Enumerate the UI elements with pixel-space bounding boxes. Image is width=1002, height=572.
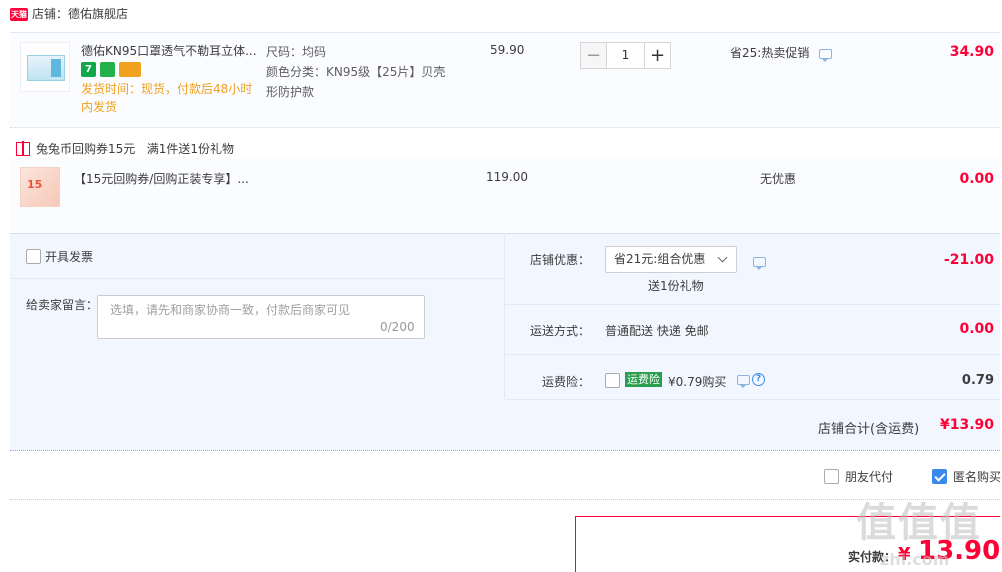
gift-icon [16, 140, 30, 156]
credit-card-icon [119, 62, 141, 77]
tmall-badge: 天猫 [10, 8, 28, 21]
message-placeholder: 选填，请先和商家协商一致，付款后商家可见 [110, 303, 351, 317]
guarantee-icon [100, 62, 115, 77]
quantity-input[interactable]: 1 [607, 42, 644, 69]
product-thumbnail[interactable] [20, 42, 70, 92]
gift-subtotal: 0.00 [959, 171, 994, 187]
gift-thumbnail[interactable]: 15 [20, 167, 60, 207]
friend-pay-checkbox[interactable] [824, 469, 839, 484]
seven-day-return-icon: 7 [81, 62, 96, 77]
invoice-checkbox[interactable] [26, 249, 41, 264]
invoice-label: 开具发票 [45, 250, 94, 264]
shipping-method: 普通配送 快递 免邮 [605, 324, 709, 338]
message-char-count: 0/200 [380, 320, 415, 334]
message-icon[interactable] [753, 256, 766, 270]
friend-pay-label: 朋友代付 [845, 470, 894, 484]
shipping-label: 运送方式： [530, 324, 591, 338]
anonymous-label: 匿名购买 [953, 470, 1002, 484]
gift-promo-text: 兔兔币回购券15元 满1件送1份礼物 [36, 142, 234, 156]
help-icon[interactable]: ? [752, 373, 765, 386]
anonymous-checkbox[interactable] [932, 469, 947, 484]
chevron-down-icon [717, 252, 728, 263]
gift-thumb-text: 15 [27, 178, 43, 191]
insurance-icons: ? [737, 373, 765, 388]
shipping-fee: 0.00 [959, 321, 994, 337]
attr-color: 颜色分类：KN95级【25片】贝壳形防护款 [266, 65, 446, 99]
unit-price: 59.90 [490, 43, 525, 57]
promo-text: 省25:热卖促销 [730, 44, 833, 62]
insurance-tag: 运费险 [625, 372, 662, 387]
promo-label: 省25:热卖促销 [730, 46, 810, 60]
message-label: 给卖家留言： [26, 298, 99, 312]
message-icon[interactable] [737, 374, 750, 388]
quantity-stepper: − 1 + [580, 42, 671, 69]
gift-promo-line: 兔兔币回购券15元 满1件送1份礼物 [16, 140, 234, 157]
divider [10, 278, 505, 279]
shop-total-value: ¥13.90 [939, 417, 994, 433]
insurance-price: ¥0.79购买 [668, 375, 727, 389]
shop-discount-select[interactable]: 省21元:组合优惠 [605, 246, 737, 273]
service-tags: 7 [81, 62, 145, 78]
attr-size: 尺码：均码 [266, 45, 327, 59]
ship-time-note: 发货时间：现货，付款后48小时内发货 [81, 82, 253, 114]
insurance-checkbox[interactable] [605, 373, 620, 388]
shop-name-link[interactable]: 店铺：德佑旗舰店 [32, 5, 128, 22]
friend-pay-option[interactable]: 朋友代付 [824, 468, 893, 485]
divider [505, 354, 1000, 355]
gift-promo: 无优惠 [760, 172, 797, 186]
product-title-link[interactable]: 德佑KN95口罩透气不勒耳立体... [81, 43, 261, 59]
divider [505, 304, 1000, 305]
decrease-button[interactable]: − [580, 42, 607, 69]
invoice-option[interactable]: 开具发票 [26, 248, 93, 265]
message-icon[interactable] [819, 48, 833, 62]
shop-discount-label: 店铺优惠： [530, 253, 591, 267]
watermark-url: zhi.com [880, 550, 950, 569]
item-subtotal: 34.90 [949, 44, 994, 60]
increase-button[interactable]: + [644, 42, 671, 69]
divider [10, 499, 1000, 500]
shop-total-label: 店铺合计(含运费) [818, 422, 920, 437]
select-value: 省21元:组合优惠 [614, 252, 706, 266]
insurance-label: 运费险： [542, 375, 591, 389]
shop-discount-value: -21.00 [943, 252, 994, 268]
gift-price: 119.00 [486, 170, 528, 184]
anonymous-option[interactable]: 匿名购买 [932, 468, 1001, 485]
gift-note: 送1份礼物 [648, 279, 704, 293]
insurance-value: 0.79 [961, 373, 994, 388]
divider [505, 399, 1000, 400]
gift-title-link[interactable]: 【15元回购券/回购正装专享】... [74, 170, 249, 187]
